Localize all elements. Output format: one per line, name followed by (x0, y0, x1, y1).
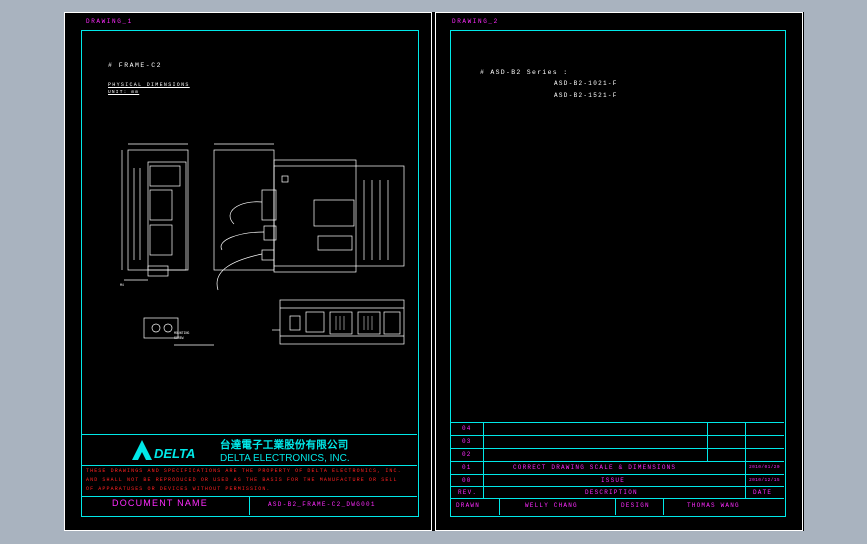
date-header: DATE (753, 489, 773, 496)
notice-line-2: AND SHALL NOT BE REPRODUCED OR USED AS T… (86, 477, 398, 483)
sheet-2-title: DRAWING_2 (452, 18, 499, 25)
rev-header: REV. (458, 489, 478, 496)
sheet-1-title: DRAWING_1 (86, 18, 133, 25)
delta-logo-icon: DELTA (132, 440, 195, 461)
cad-viewport[interactable]: DRAWING_1 # FRAME-C2 PHYSICAL DIMENSIONS… (64, 12, 804, 531)
document-name-label: DOCUMENT NAME (112, 498, 208, 508)
rev-03: 03 (462, 438, 472, 445)
title-block-top-rule (82, 434, 417, 435)
svg-text:M4: M4 (120, 283, 124, 287)
rev-00-desc: ISSUE (601, 477, 626, 484)
description-header: DESCRIPTION (585, 489, 638, 496)
company-name-cn: 台達電子工業股份有限公司 (220, 439, 349, 451)
drawn-label: DRAWN (456, 502, 481, 509)
frame-name: # FRAME-C2 (108, 62, 163, 69)
unit-label: UNIT: mm (108, 90, 140, 95)
drive-technical-drawing: MOUNTING SCREW M4 (120, 143, 405, 346)
notice-top-rule (82, 465, 417, 466)
drawn-by: WELLY CHANG (525, 502, 578, 509)
model-1: ASD-B2-1021-F (554, 80, 618, 87)
design-label: DESIGN (621, 502, 650, 509)
document-name-value: ASD-B2_FRAME-C2_DWG001 (268, 501, 376, 508)
doc-name-divider (249, 496, 250, 515)
company-name-en: DELTA ELECTRONICS, INC. (220, 453, 350, 464)
rev-01-date: 2010/01/20 (749, 465, 781, 470)
svg-text:MOUNTING: MOUNTING (174, 331, 189, 335)
series-title: # ASD-B2 Series : (480, 69, 569, 76)
rev-00-date: 2010/12/15 (749, 478, 781, 483)
rev-01-desc: CORRECT DRAWING SCALE & DIMENSIONS (513, 464, 677, 471)
rev-02: 02 (462, 451, 472, 458)
model-2: ASD-B2-1521-F (554, 92, 618, 99)
notice-line-3: OF APPARATUSES OR DEVICES WITHOUT PERMIS… (86, 486, 271, 492)
revision-table: 04 03 02 01 CORRECT DRAWING SCALE & DIME… (451, 422, 784, 515)
delta-logo-text: DELTA (154, 446, 195, 461)
rev-01: 01 (462, 464, 472, 471)
rev-00: 00 (462, 477, 472, 484)
notice-line-1: THESE DRAWINGS AND SPECIFICATIONS ARE TH… (86, 468, 402, 474)
design-by: THOMAS WANG (687, 502, 740, 509)
svg-text:SCREW: SCREW (174, 336, 184, 340)
rev-04: 04 (462, 425, 472, 432)
physical-dimensions-label: PHYSICAL DIMENSIONS (108, 82, 190, 88)
